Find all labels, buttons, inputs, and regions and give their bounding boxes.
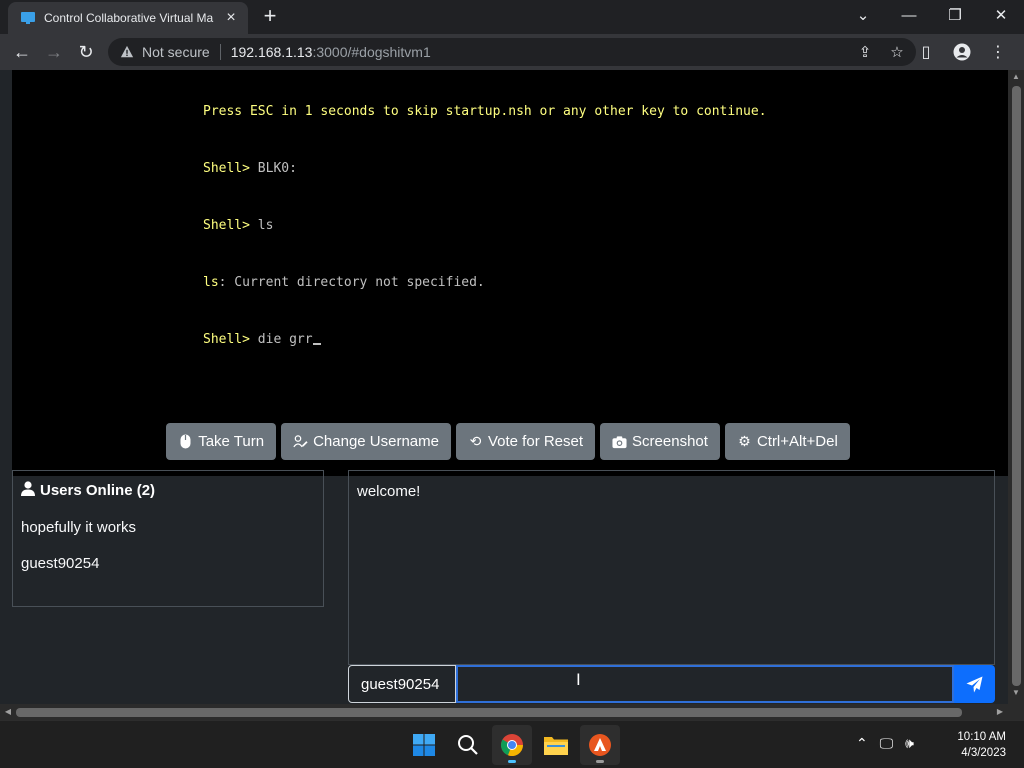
- users-online-panel: Users Online (2) hopefully it works gues…: [12, 470, 324, 607]
- taskbar-clock[interactable]: 10:10 AM 4/3/2023: [957, 729, 1006, 761]
- send-button[interactable]: [954, 665, 995, 703]
- taskbar-chrome[interactable]: [492, 725, 532, 765]
- chat-username-label: guest90254: [348, 665, 456, 703]
- taskbar-file-explorer[interactable]: [536, 725, 576, 765]
- taskbar-search-button[interactable]: [448, 725, 488, 765]
- terminal-line: Shell> BLK0:: [203, 161, 297, 176]
- windows-logo-icon: [413, 734, 435, 756]
- tab-search-icon[interactable]: ⌄: [840, 0, 886, 30]
- side-panel-icon[interactable]: ▯: [914, 40, 938, 64]
- clock-date: 4/3/2023: [961, 747, 1006, 759]
- network-icon[interactable]: 🖵: [880, 735, 894, 752]
- toolbar-actions: ▯ ⋮: [914, 40, 1010, 64]
- bookmark-star-icon[interactable]: ☆: [888, 43, 906, 61]
- taskbar-apps: [404, 725, 620, 765]
- vm-display[interactable]: Press ESC in 1 seconds to skip startup.n…: [12, 70, 1008, 476]
- browser-tab[interactable]: Control Collaborative Virtual Ma ×: [8, 2, 248, 34]
- ctrl-alt-del-button[interactable]: ⚙ Ctrl+Alt+Del: [724, 423, 850, 460]
- chrome-icon: [500, 734, 524, 757]
- tab-strip: Control Collaborative Virtual Ma × + ⌄ —…: [0, 0, 1024, 34]
- back-icon[interactable]: ←: [8, 38, 36, 66]
- url-path: :3000/#dogshitvm1: [312, 44, 431, 60]
- paper-plane-icon: [966, 676, 983, 692]
- gear-icon: ⚙: [738, 433, 751, 449]
- search-icon: [458, 735, 478, 755]
- app-logo-icon: [589, 734, 611, 756]
- vote-reset-button[interactable]: ⟲ Vote for Reset: [455, 423, 596, 460]
- running-indicator: [596, 760, 604, 763]
- volume-icon[interactable]: 🕪: [905, 735, 914, 752]
- terminal-line: Shell> die grr: [203, 330, 767, 349]
- mouse-icon: [178, 434, 193, 449]
- horizontal-scroll-thumb[interactable]: [16, 708, 962, 717]
- address-bar[interactable]: Not secure 192.168.1.13 :3000/#dogshitvm…: [108, 38, 916, 66]
- vertical-scrollbar[interactable]: ▲ ▼: [1008, 70, 1024, 704]
- warning-icon[interactable]: [120, 45, 134, 59]
- page-viewport: Press ESC in 1 seconds to skip startup.n…: [0, 70, 1008, 704]
- tab-title: Control Collaborative Virtual Ma: [44, 11, 214, 25]
- forward-icon[interactable]: →: [40, 38, 68, 66]
- monitor-icon: [21, 12, 35, 24]
- reload-icon[interactable]: ↻: [72, 38, 100, 66]
- users-online-title: Users Online (2): [21, 481, 315, 500]
- minimize-icon[interactable]: —: [886, 0, 932, 30]
- profile-icon[interactable]: [950, 40, 974, 64]
- windows-taskbar: ⌃ 🖵 🕪 10:10 AM 4/3/2023: [0, 720, 1024, 768]
- tab-close-icon[interactable]: ×: [222, 9, 240, 27]
- screenshot-button[interactable]: Screenshot: [600, 423, 720, 460]
- take-turn-button[interactable]: Take Turn: [166, 423, 277, 460]
- change-username-button[interactable]: Change Username: [281, 423, 451, 460]
- rotate-left-icon: ⟲: [469, 433, 482, 449]
- chat-message-input[interactable]: [456, 665, 954, 703]
- restore-icon[interactable]: ❐: [932, 0, 978, 30]
- horizontal-scrollbar[interactable]: ◀ ▶: [0, 704, 1024, 720]
- terminal-line: Shell> ls: [203, 218, 274, 233]
- folder-icon: [544, 737, 568, 755]
- start-button[interactable]: [404, 725, 444, 765]
- window-controls: ⌄ — ❐ ✕: [840, 0, 1024, 30]
- active-indicator: [508, 760, 516, 763]
- share-icon[interactable]: ⇪: [856, 43, 874, 61]
- security-label: Not secure: [142, 44, 210, 60]
- user-list-item[interactable]: guest90254: [21, 555, 315, 572]
- terminal-output: Press ESC in 1 seconds to skip startup.n…: [203, 70, 767, 387]
- vertical-scroll-thumb[interactable]: [1012, 86, 1021, 686]
- scroll-right-icon[interactable]: ▶: [992, 704, 1008, 720]
- scroll-up-icon[interactable]: ▲: [1008, 72, 1024, 86]
- chat-input-group: guest90254: [348, 665, 995, 703]
- window-close-icon[interactable]: ✕: [978, 0, 1024, 30]
- terminal-cursor: [312, 343, 321, 345]
- menu-kebab-icon[interactable]: ⋮: [986, 40, 1010, 64]
- chevron-up-icon[interactable]: ⌃: [856, 735, 868, 752]
- user-pen-icon: [293, 434, 308, 449]
- profile-avatar-icon: [953, 43, 971, 61]
- clock-time: 10:10 AM: [957, 731, 1006, 743]
- camera-icon: [612, 434, 627, 449]
- terminal-line: Press ESC in 1 seconds to skip startup.n…: [203, 104, 767, 119]
- chat-message: welcome!: [357, 483, 421, 500]
- vm-action-bar: Take Turn Change Username ⟲ Vote for Res…: [0, 423, 1008, 460]
- taskbar-app[interactable]: [580, 725, 620, 765]
- user-icon: [21, 481, 35, 500]
- address-divider: [219, 44, 221, 60]
- terminal-line: ls: Current directory not specified.: [203, 275, 485, 290]
- address-actions: ⇪ ☆: [856, 43, 906, 61]
- new-tab-button[interactable]: +: [258, 5, 282, 28]
- chat-messages-panel: welcome!: [348, 470, 995, 665]
- browser-toolbar: ← → ↻ Not secure 192.168.1.13 :3000/#dog…: [0, 34, 1024, 70]
- user-list-item[interactable]: hopefully it works: [21, 519, 315, 536]
- scroll-down-icon[interactable]: ▼: [1008, 688, 1024, 702]
- scroll-left-icon[interactable]: ◀: [0, 704, 16, 720]
- system-tray: ⌃ 🖵 🕪: [856, 735, 914, 752]
- url-host: 192.168.1.13: [230, 44, 313, 60]
